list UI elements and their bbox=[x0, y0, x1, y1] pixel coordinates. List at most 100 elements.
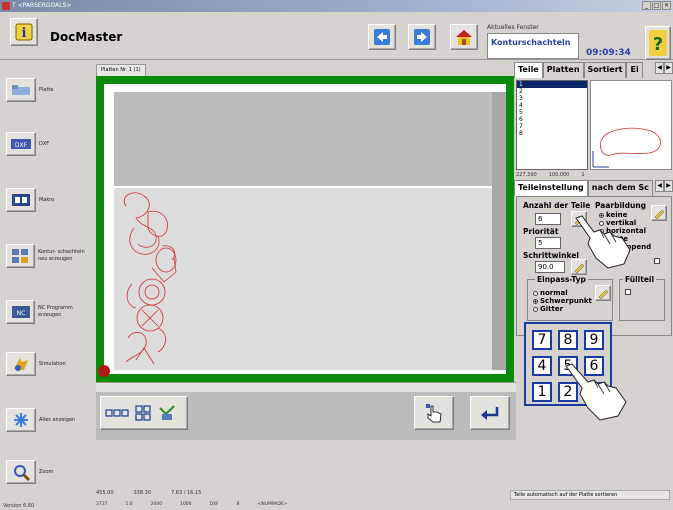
nav-nesting[interactable]: Kontur- schachteln neu erzeugen bbox=[6, 244, 94, 268]
key-2[interactable]: 2 bbox=[558, 382, 578, 402]
paar-option-keine[interactable]: keine bbox=[599, 211, 627, 219]
enter-button[interactable] bbox=[470, 396, 510, 430]
einpass-option-gitter[interactable]: Gitter bbox=[533, 305, 563, 313]
schrittwinkel-input[interactable]: 90.0 bbox=[535, 261, 565, 273]
list-item[interactable]: 2 bbox=[517, 88, 587, 95]
plate-icon bbox=[6, 78, 36, 102]
info-button[interactable]: i bbox=[10, 18, 38, 46]
tab-ei[interactable]: Ei bbox=[626, 62, 643, 78]
zoom-icon bbox=[6, 460, 36, 484]
paar-option-ueberlappend[interactable]: berlappend bbox=[599, 243, 651, 251]
settings-tab-scroll: ◀ ▶ bbox=[655, 180, 673, 196]
key-4[interactable]: 4 bbox=[532, 356, 552, 376]
help-button[interactable]: ? bbox=[645, 26, 671, 60]
app-icon bbox=[2, 2, 10, 10]
list-item[interactable]: 8 bbox=[517, 130, 587, 137]
pencil-icon bbox=[574, 215, 585, 225]
nav-zoom[interactable]: Zoom bbox=[6, 460, 53, 484]
chevron-right-icon[interactable]: ▶ bbox=[664, 180, 673, 192]
tab-platten[interactable]: Platten bbox=[542, 62, 584, 78]
nav-dxf[interactable]: DXF DXF bbox=[6, 132, 49, 156]
settings-tabs: Teileinstellung nach dem Sc ◀ ▶ bbox=[514, 180, 673, 196]
status-details: 3737 1.0 2000 1000 DXF 8 <NUMPADE> bbox=[96, 502, 288, 507]
einpass-option-normal[interactable]: normal bbox=[533, 289, 568, 297]
tab-scroll: ◀ ▶ bbox=[655, 62, 673, 78]
paar-option-beste[interactable]: beste bbox=[599, 235, 628, 243]
edit-schrittwinkel-button[interactable] bbox=[571, 259, 587, 275]
edit-anzahl-button[interactable] bbox=[571, 211, 587, 227]
check-option[interactable]: k bbox=[617, 257, 660, 265]
nav-simulation[interactable]: Simulation bbox=[6, 352, 66, 376]
tab-teileinstellung[interactable]: Teileinstellung bbox=[514, 180, 588, 196]
key-6[interactable]: 6 bbox=[584, 356, 604, 376]
svg-text:DXF: DXF bbox=[15, 142, 28, 149]
left-navigation: Platte DXF DXF Makro Kontur- schachteln … bbox=[0, 60, 94, 500]
edit-paarbildung-button[interactable] bbox=[651, 205, 667, 221]
right-panel: Teile Platten Sortiert Ei ◀ ▶ 1 2 3 4 5 … bbox=[514, 62, 673, 487]
window-title: T <PARSERGOALS> bbox=[12, 2, 72, 9]
arrow-right-icon bbox=[414, 29, 430, 45]
window-titlebar: T <PARSERGOALS> _ □ × bbox=[0, 0, 673, 12]
home-icon bbox=[456, 30, 472, 45]
chevron-right-icon[interactable]: ▶ bbox=[664, 62, 673, 74]
version-label: Version 6.60 bbox=[3, 503, 35, 509]
list-item[interactable]: 6 bbox=[517, 116, 587, 123]
nav-plate[interactable]: Platte bbox=[6, 78, 53, 102]
nav-nc-program[interactable]: NC NC Programm erzeugen bbox=[6, 300, 94, 324]
minimize-button[interactable]: _ bbox=[642, 1, 651, 10]
chevron-left-icon[interactable]: ◀ bbox=[655, 180, 664, 192]
arrow-left-icon bbox=[374, 29, 390, 45]
arrange-parts-button[interactable] bbox=[100, 396, 188, 430]
list-item[interactable]: 3 bbox=[517, 95, 587, 102]
dxf-icon: DXF bbox=[6, 132, 36, 156]
paar-option-vertikal[interactable]: vertikal bbox=[599, 219, 636, 227]
prioritaet-input[interactable]: 5 bbox=[535, 237, 561, 249]
paar-option-horizontal[interactable]: horizontal bbox=[599, 227, 646, 235]
fuellteil-checkbox[interactable] bbox=[625, 289, 631, 295]
canvas-scrollbar[interactable] bbox=[96, 382, 516, 392]
back-button[interactable] bbox=[368, 24, 396, 50]
forward-button[interactable] bbox=[408, 24, 436, 50]
plate-used-area bbox=[114, 92, 506, 186]
key-3[interactable]: 3 bbox=[584, 382, 604, 402]
tab-sortiert[interactable]: Sortiert bbox=[583, 62, 627, 78]
canvas-tab[interactable]: Platten Nr. 1 (1) bbox=[96, 64, 146, 76]
nesting-icon bbox=[6, 244, 35, 268]
einpass-label: Einpass-Typ bbox=[535, 275, 588, 284]
list-item[interactable]: 1 bbox=[517, 81, 587, 88]
close-button[interactable]: × bbox=[662, 1, 671, 10]
home-button[interactable] bbox=[450, 24, 478, 50]
key-9[interactable]: 9 bbox=[584, 330, 604, 350]
tab-teile[interactable]: Teile bbox=[514, 62, 543, 78]
nav-zoom-all[interactable]: Alles anzeigen bbox=[6, 408, 75, 432]
chevron-left-icon[interactable]: ◀ bbox=[655, 62, 664, 74]
key-1[interactable]: 1 bbox=[532, 382, 552, 402]
list-item[interactable]: 5 bbox=[517, 109, 587, 116]
current-window-value: Konturschachteln bbox=[487, 33, 579, 59]
radio-selected[interactable] bbox=[599, 212, 604, 218]
fuellteil-label: Füllteil bbox=[623, 275, 657, 284]
anzahl-label: Anzahl der Teile bbox=[523, 201, 591, 210]
clock: 09:09:34 bbox=[586, 48, 631, 58]
origin-marker bbox=[98, 365, 110, 377]
pencil-icon bbox=[574, 263, 585, 273]
plate-canvas[interactable]: Platten Nr. 1 (1) bbox=[96, 64, 516, 384]
nav-macro[interactable]: Makro bbox=[6, 188, 54, 212]
pick-part-button[interactable] bbox=[414, 396, 454, 430]
checkbox[interactable] bbox=[653, 258, 660, 264]
current-window-label: Aktuelles Fenster bbox=[487, 24, 539, 31]
key-7[interactable]: 7 bbox=[532, 330, 552, 350]
key-8[interactable]: 8 bbox=[558, 330, 578, 350]
maximize-button[interactable]: □ bbox=[652, 1, 661, 10]
edit-einpass-button[interactable] bbox=[595, 285, 611, 301]
parts-list[interactable]: 1 2 3 4 5 6 7 8 bbox=[516, 80, 588, 170]
einpass-option-schwerpunkt[interactable]: Schwerpunkt bbox=[533, 297, 592, 305]
list-item[interactable]: 7 bbox=[517, 123, 587, 130]
list-item[interactable]: 4 bbox=[517, 102, 587, 109]
paarbildung-label: Paarbildung bbox=[595, 201, 647, 210]
nested-parts-drawing bbox=[123, 192, 177, 365]
key-5[interactable]: 5 bbox=[558, 356, 578, 376]
anzahl-input[interactable]: 6 bbox=[535, 213, 561, 225]
tab-nach-dem[interactable]: nach dem Sc bbox=[587, 180, 653, 196]
canvas-toolbar bbox=[96, 392, 516, 440]
